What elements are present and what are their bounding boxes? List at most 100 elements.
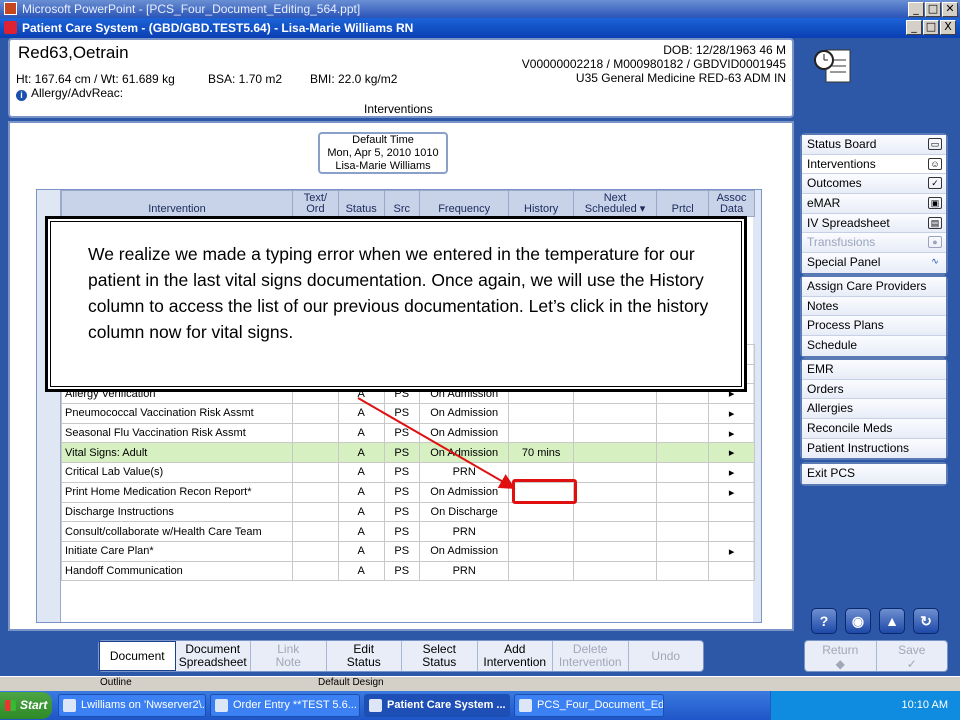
status-outline[interactable]: Outline [100, 677, 132, 688]
ppt-close-button[interactable]: ✕ [942, 2, 958, 17]
default-time-box[interactable]: Default Time Mon, Apr 5, 2010 1010 Lisa-… [318, 132, 448, 174]
cell-text [292, 540, 339, 562]
table-row[interactable]: Initiate Care Plan* A PS On Admission ▸ [61, 540, 755, 562]
add-intervention-button[interactable]: Add Intervention [478, 641, 553, 671]
edit-status-button[interactable]: Edit Status [327, 641, 402, 671]
cell-name[interactable]: Critical Lab Value(s) [61, 462, 293, 483]
document-spreadsheet-button[interactable]: Document Spreadsheet [176, 641, 251, 671]
sidebar-item-allergies[interactable]: Allergies [802, 399, 946, 420]
return-button[interactable]: Return ◆ [805, 641, 877, 671]
cell-hist[interactable] [508, 501, 574, 523]
cell-hist[interactable]: 70 mins [508, 442, 574, 464]
cell-hist[interactable] [508, 521, 574, 542]
cell-prtcl[interactable] [656, 540, 710, 562]
ppt-minimize-button[interactable]: _ [908, 2, 924, 17]
task-order-entry[interactable]: Order Entry **TEST 5.6... [210, 694, 360, 717]
sidebar-item-orders[interactable]: Orders [802, 379, 946, 400]
col-text-ord[interactable]: Text/ Ord [292, 190, 339, 217]
sidebar-item-interventions[interactable]: Interventions ☺ [802, 154, 946, 175]
ppt-maximize-button[interactable]: □ [925, 2, 941, 17]
sidebar-item-special-panel[interactable]: Special Panel ∿ [802, 253, 946, 273]
sidebar-item-notes[interactable]: Notes [802, 296, 946, 317]
cell-prtcl[interactable] [656, 521, 710, 542]
table-row[interactable]: Seasonal Flu Vaccination Risk Assmt A PS On… [61, 422, 755, 444]
maximize-button[interactable]: □ [923, 20, 939, 35]
task-patient-care-system[interactable]: Patient Care System ... [364, 694, 510, 717]
cell-assoc[interactable]: ▸ [708, 403, 755, 424]
cell-prtcl[interactable] [656, 442, 710, 464]
cell-prtcl[interactable] [656, 481, 710, 503]
col-intervention[interactable]: Intervention [61, 190, 293, 217]
col-assoc-data[interactable]: Assoc Data [708, 190, 755, 217]
cell-assoc[interactable]: ▸ [708, 442, 755, 464]
cell-prtcl[interactable] [656, 560, 710, 582]
cell-assoc[interactable]: ▸ [708, 422, 755, 444]
sidebar-item-status-board[interactable]: Status Board ▭ [802, 135, 946, 155]
sidebar-item-emar[interactable]: eMAR ▣ [802, 194, 946, 214]
cell-freq: On Discharge [418, 501, 510, 523]
col-prtcl[interactable]: Prtcl [656, 190, 710, 217]
task-pcs-document[interactable]: PCS_Four_Document_Ed... [514, 694, 664, 717]
sidebar-item-schedule[interactable]: Schedule [802, 336, 946, 356]
table-row[interactable]: Consult/collaborate w/Health Care Team A P… [61, 521, 755, 542]
table-row[interactable]: Handoff Communication A PS PRN [61, 560, 755, 582]
col-frequency[interactable]: Frequency [418, 190, 510, 217]
cell-prtcl[interactable] [656, 462, 710, 483]
col-src[interactable]: Src [383, 190, 420, 217]
table-row[interactable]: Pneumococcal Vaccination Risk Assmt A PS On… [61, 403, 755, 424]
close-button[interactable]: X [940, 20, 956, 35]
cell-name[interactable]: Print Home Medication Recon Report* [61, 481, 293, 503]
task-lwilliams[interactable]: Lwilliams on 'Nwserver2\... [58, 694, 206, 717]
start-button[interactable]: Start [0, 692, 52, 719]
cell-assoc[interactable]: ▸ [708, 462, 755, 483]
cell-name[interactable]: Initiate Care Plan* [61, 540, 293, 562]
cell-assoc[interactable]: ▸ [708, 481, 755, 503]
col-history[interactable]: History [508, 190, 574, 217]
table-row[interactable]: Vital Signs: Adult A PS On Admission 70 mins… [61, 442, 755, 464]
cell-text [292, 501, 339, 523]
document-button[interactable]: Document [99, 641, 176, 671]
sidebar-item-emr[interactable]: EMR [802, 360, 946, 380]
col-status[interactable]: Status [337, 190, 385, 217]
sidebar-item-exit-pcs[interactable]: Exit PCS [802, 464, 946, 484]
cell-assoc[interactable] [708, 521, 755, 542]
sidebar-item-reconcile-meds[interactable]: Reconcile Meds [802, 419, 946, 439]
col-next-scheduled[interactable]: Next Scheduled ▾ [572, 190, 658, 217]
save-button[interactable]: Save ✓ [877, 641, 948, 671]
allergy-line[interactable]: i Allergy/AdvReac: [16, 86, 123, 101]
table-row[interactable]: Discharge Instructions A PS On Discharge [61, 501, 755, 523]
lock-button[interactable]: ▲ [879, 608, 905, 634]
select-status-button[interactable]: Select Status [402, 641, 478, 671]
minimize-button[interactable]: _ [906, 20, 922, 35]
cell-name[interactable]: Vital Signs: Adult [61, 442, 293, 464]
app-window-title: Patient Care System - (GBD/GBD.TEST5.64)… [22, 21, 414, 35]
table-row[interactable]: Critical Lab Value(s) A PS PRN ▸ [61, 462, 755, 483]
cell-hist[interactable] [508, 403, 574, 424]
cell-prtcl[interactable] [656, 501, 710, 523]
cell-assoc[interactable] [708, 560, 755, 582]
cell-prtcl[interactable] [656, 422, 710, 444]
cell-name[interactable]: Discharge Instructions [61, 501, 293, 523]
lookup-button[interactable]: ◉ [845, 608, 871, 634]
cell-assoc[interactable]: ▸ [708, 540, 755, 562]
cell-hist[interactable] [508, 540, 574, 562]
table-row[interactable]: Print Home Medication Recon Report* A PS On… [61, 481, 755, 503]
help-button[interactable]: ? [811, 608, 837, 634]
cell-name[interactable]: Seasonal Flu Vaccination Risk Assmt [61, 422, 293, 444]
cell-name[interactable]: Handoff Communication [61, 560, 293, 582]
cell-assoc[interactable] [708, 501, 755, 523]
cell-hist[interactable] [508, 560, 574, 582]
sidebar-item-patient-instructions[interactable]: Patient Instructions [802, 438, 946, 459]
sidebar-item-outcomes[interactable]: Outcomes ✓ [802, 174, 946, 195]
refresh-button[interactable]: ↻ [913, 608, 939, 634]
default-time-date: Mon, Apr 5, 2010 1010 [327, 147, 439, 159]
cell-name[interactable]: Consult/collaborate w/Health Care Team [61, 521, 293, 542]
sidebar-item-assign-care-providers[interactable]: Assign Care Providers [802, 277, 946, 297]
cell-name[interactable]: Pneumococcal Vaccination Risk Assmt [61, 403, 293, 424]
history-cell-highlight[interactable] [512, 479, 577, 504]
sidebar-item-process-plans[interactable]: Process Plans [802, 316, 946, 337]
cell-prtcl[interactable] [656, 403, 710, 424]
sidebar-item-iv-spreadsheet[interactable]: IV Spreadsheet ▤ [802, 213, 946, 234]
cell-status: A [337, 403, 385, 424]
cell-hist[interactable] [508, 422, 574, 444]
